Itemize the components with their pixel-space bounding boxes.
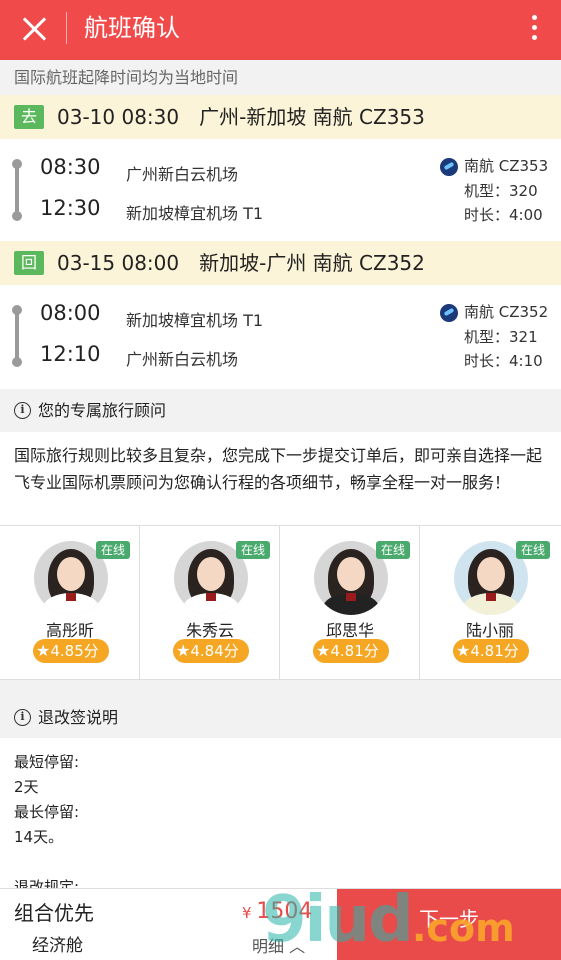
rating-badge: ★4.85分 — [33, 639, 109, 663]
outbound-summary-text: 03-10 08:30 广州-新加坡 南航 CZ353 — [57, 105, 425, 129]
return-flight-detail: 08:00 新加坡樟宜机场 T1 12:10 广州新白云机场 南航 CZ352 … — [0, 285, 561, 389]
total-price: ¥ 1504 — [242, 899, 312, 924]
arrive-time: 12:30 — [40, 196, 101, 220]
outbound-flight-detail: 08:30 广州新白云机场 12:30 新加坡樟宜机场 T1 南航 CZ353 … — [0, 139, 561, 243]
bottom-bar: 组合优先 经济舱 ¥ 1504 明细 ︿ 下一步 — [0, 888, 561, 960]
cabin-class: 经济舱 — [32, 936, 83, 956]
airline-flight: 南航 CZ353 — [464, 157, 549, 175]
close-icon[interactable] — [18, 12, 50, 44]
online-badge: 在线 — [516, 541, 550, 559]
more-icon[interactable] — [529, 12, 539, 44]
timeline-icon — [12, 305, 22, 367]
depart-airport: 新加坡樟宜机场 T1 — [126, 311, 264, 330]
rule-line: 2天 — [14, 778, 39, 796]
return-tag: 回 — [14, 251, 44, 275]
advisor-card[interactable]: 在线 邱思华 ★4.81分 — [280, 526, 420, 680]
airline-logo-icon — [440, 304, 458, 322]
star-icon: ★ — [456, 641, 471, 660]
info-icon: i — [14, 709, 31, 726]
aircraft-type: 机型：321 — [464, 328, 538, 346]
refund-section-header: i 退改签说明 — [0, 696, 561, 740]
outbound-tag: 去 — [14, 105, 44, 129]
top-bar: 航班确认 — [0, 0, 561, 60]
price-detail-toggle[interactable]: 明细 ︿ — [252, 933, 305, 957]
currency-symbol: ¥ — [242, 904, 252, 922]
advisor-section-header: i 您的专属旅行顾问 — [0, 389, 561, 433]
advisor-description: 国际旅行规则比较多且复杂，您完成下一步提交订单后，即可亲自选择一起飞专业国际机票… — [0, 432, 561, 525]
timezone-notice: 国际航班起降时间均为当地时间 — [0, 60, 561, 95]
rule-line: 最短停留: — [14, 753, 80, 771]
depart-time: 08:00 — [40, 301, 101, 325]
star-icon: ★ — [176, 641, 191, 660]
return-summary: 回 03-15 08:00 新加坡-广州 南航 CZ352 — [0, 241, 561, 285]
online-badge: 在线 — [236, 541, 270, 559]
arrive-time: 12:10 — [40, 342, 101, 366]
star-icon: ★ — [36, 641, 51, 660]
page-title: 航班确认 — [84, 14, 180, 42]
next-step-button[interactable]: 下一步 — [337, 889, 561, 960]
advisor-name: 邱思华 — [325, 621, 374, 640]
rating-badge: ★4.81分 — [453, 639, 529, 663]
rule-line: 14天。 — [14, 828, 64, 846]
rating-badge: ★4.81分 — [313, 639, 389, 663]
rule-line — [14, 850, 547, 875]
refund-section-title: 退改签说明 — [38, 708, 119, 727]
divider — [66, 12, 67, 44]
depart-airport: 广州新白云机场 — [126, 165, 239, 184]
timeline-icon — [12, 159, 22, 221]
advisor-name: 陆小丽 — [465, 621, 514, 640]
advisor-section-title: 您的专属旅行顾问 — [38, 401, 167, 420]
rating-value: 4.81分 — [330, 642, 379, 660]
arrive-airport: 广州新白云机场 — [126, 350, 239, 369]
advisor-list: 在线 高彤昕 ★4.85分 在线 朱秀云 ★4.84分 在线 邱思华 ★4.81… — [0, 525, 561, 680]
online-badge: 在线 — [96, 541, 130, 559]
arrive-airport: 新加坡樟宜机场 T1 — [126, 204, 264, 223]
rule-line: 最长停留: — [14, 803, 80, 821]
rating-value: 4.85分 — [50, 642, 99, 660]
rating-value: 4.84分 — [190, 642, 239, 660]
flight-duration: 时长：4:10 — [464, 352, 543, 370]
advisor-card[interactable]: 在线 朱秀云 ★4.84分 — [140, 526, 280, 680]
advisor-name: 高彤昕 — [45, 621, 94, 640]
flight-duration: 时长：4:00 — [464, 206, 543, 224]
depart-time: 08:30 — [40, 155, 101, 179]
refund-rules: 最短停留: 2天 最长停留: 14天。 退改规定: — [0, 738, 561, 898]
aircraft-type: 机型：320 — [464, 182, 538, 200]
advisor-card[interactable]: 在线 陆小丽 ★4.81分 — [420, 526, 561, 680]
info-icon: i — [14, 402, 31, 419]
outbound-summary: 去 03-10 08:30 广州-新加坡 南航 CZ353 — [0, 95, 561, 139]
advisor-card[interactable]: 在线 高彤昕 ★4.85分 — [0, 526, 140, 680]
rating-value: 4.81分 — [470, 642, 519, 660]
star-icon: ★ — [316, 641, 331, 660]
price-amount: 1504 — [256, 899, 313, 924]
online-badge: 在线 — [376, 541, 410, 559]
rating-badge: ★4.84分 — [173, 639, 249, 663]
advisor-name: 朱秀云 — [185, 621, 234, 640]
return-summary-text: 03-15 08:00 新加坡-广州 南航 CZ352 — [57, 251, 425, 275]
fare-type: 组合优先 — [14, 901, 94, 925]
airline-logo-icon — [440, 158, 458, 176]
airline-flight: 南航 CZ352 — [464, 303, 549, 321]
